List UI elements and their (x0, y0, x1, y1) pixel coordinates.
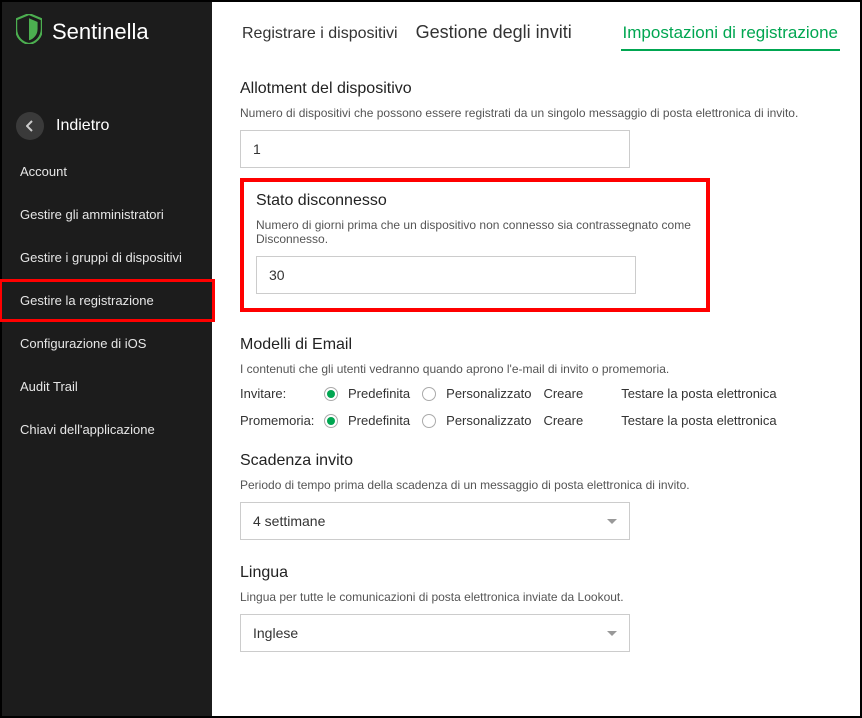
sidebar-item-device-groups[interactable]: Gestire i gruppi di dispositivi (2, 236, 212, 279)
sidebar-item-ios-config[interactable]: Configurazione di iOS (2, 322, 212, 365)
section-desc: I contenuti che gli utenti vedranno quan… (240, 362, 840, 376)
select-value: 4 settimane (253, 513, 325, 529)
radio-option-label: Personalizzato (446, 386, 531, 401)
sidebar-item-label: Gestire la registrazione (20, 293, 154, 308)
section-expiry: Scadenza invito Periodo di tempo prima d… (240, 452, 840, 540)
sidebar-item-admins[interactable]: Gestire gli amministratori (2, 193, 212, 236)
sidebar-item-label: Gestire gli amministratori (20, 207, 164, 222)
select-value: Inglese (253, 625, 298, 641)
section-language: Lingua Lingua per tutte le comunicazioni… (240, 564, 840, 652)
invite-row: Invitare: Predefinita Personalizzato Cre… (240, 386, 840, 401)
section-email-models: Modelli di Email I contenuti che gli ute… (240, 336, 840, 428)
brand-name: Sentinella (52, 19, 149, 45)
section-desc: Periodo di tempo prima della scadenza di… (240, 478, 840, 492)
sidebar-item-label: Configurazione di iOS (20, 336, 146, 351)
radio-option-label: Personalizzato (446, 413, 531, 428)
sidebar-item-label: Audit Trail (20, 379, 78, 394)
section-allotment: Allotment del dispositivo Numero di disp… (240, 80, 840, 168)
reminder-test-link[interactable]: Testare la posta elettronica (621, 413, 776, 428)
sidebar: Sentinella Indietro Account Gestire gli … (2, 2, 212, 716)
reminder-radio-custom[interactable] (422, 414, 436, 428)
language-select[interactable]: Inglese (240, 614, 630, 652)
invite-radio-custom[interactable] (422, 387, 436, 401)
invite-test-link[interactable]: Testare la posta elettronica (621, 386, 776, 401)
section-disconnected: Stato disconnesso Numero di giorni prima… (240, 178, 710, 312)
allotment-input[interactable] (240, 130, 630, 168)
sidebar-item-account[interactable]: Account (2, 150, 212, 193)
tab-manage-invites[interactable]: Gestione degli inviti (414, 16, 574, 49)
invite-create-link[interactable]: Creare (543, 386, 583, 401)
chevron-left-icon (16, 112, 44, 140)
radio-option-label: Predefinita (348, 386, 410, 401)
radio-option-label: Predefinita (348, 413, 410, 428)
main-content: Registrare i dispositivi Gestione degli … (212, 2, 860, 716)
section-desc: Numero di giorni prima che un dispositiv… (256, 218, 694, 246)
section-title: Allotment del dispositivo (240, 80, 840, 98)
sidebar-item-registration[interactable]: Gestire la registrazione (0, 279, 215, 322)
reminder-create-link[interactable]: Creare (543, 413, 583, 428)
expiry-select[interactable]: 4 settimane (240, 502, 630, 540)
reminder-row: Promemoria: Predefinita Personalizzato C… (240, 413, 840, 428)
back-button[interactable]: Indietro (2, 102, 212, 150)
section-title: Scadenza invito (240, 452, 840, 470)
section-title: Stato disconnesso (256, 192, 694, 210)
sidebar-item-label: Chiavi dell'applicazione (20, 422, 155, 437)
chevron-down-icon (607, 519, 617, 524)
section-desc: Numero di dispositivi che possono essere… (240, 106, 840, 120)
tab-register-devices[interactable]: Registrare i dispositivi (240, 19, 400, 49)
section-title: Modelli di Email (240, 336, 840, 354)
disconnected-days-input[interactable] (256, 256, 636, 294)
invite-radio-default[interactable] (324, 387, 338, 401)
section-desc: Lingua per tutte le comunicazioni di pos… (240, 590, 840, 604)
section-title: Lingua (240, 564, 840, 582)
reminder-label: Promemoria: (240, 413, 314, 428)
sidebar-item-audit-trail[interactable]: Audit Trail (2, 365, 212, 408)
chevron-down-icon (607, 631, 617, 636)
tab-registration-settings[interactable]: Impostazioni di registrazione (621, 17, 840, 51)
shield-icon (16, 14, 42, 50)
sidebar-item-label: Account (20, 164, 67, 179)
sidebar-item-app-keys[interactable]: Chiavi dell'applicazione (2, 408, 212, 451)
tabs: Registrare i dispositivi Gestione degli … (240, 2, 840, 56)
back-label: Indietro (56, 117, 109, 135)
invite-label: Invitare: (240, 386, 314, 401)
reminder-radio-default[interactable] (324, 414, 338, 428)
sidebar-item-label: Gestire i gruppi di dispositivi (20, 250, 182, 265)
brand: Sentinella (2, 2, 212, 62)
